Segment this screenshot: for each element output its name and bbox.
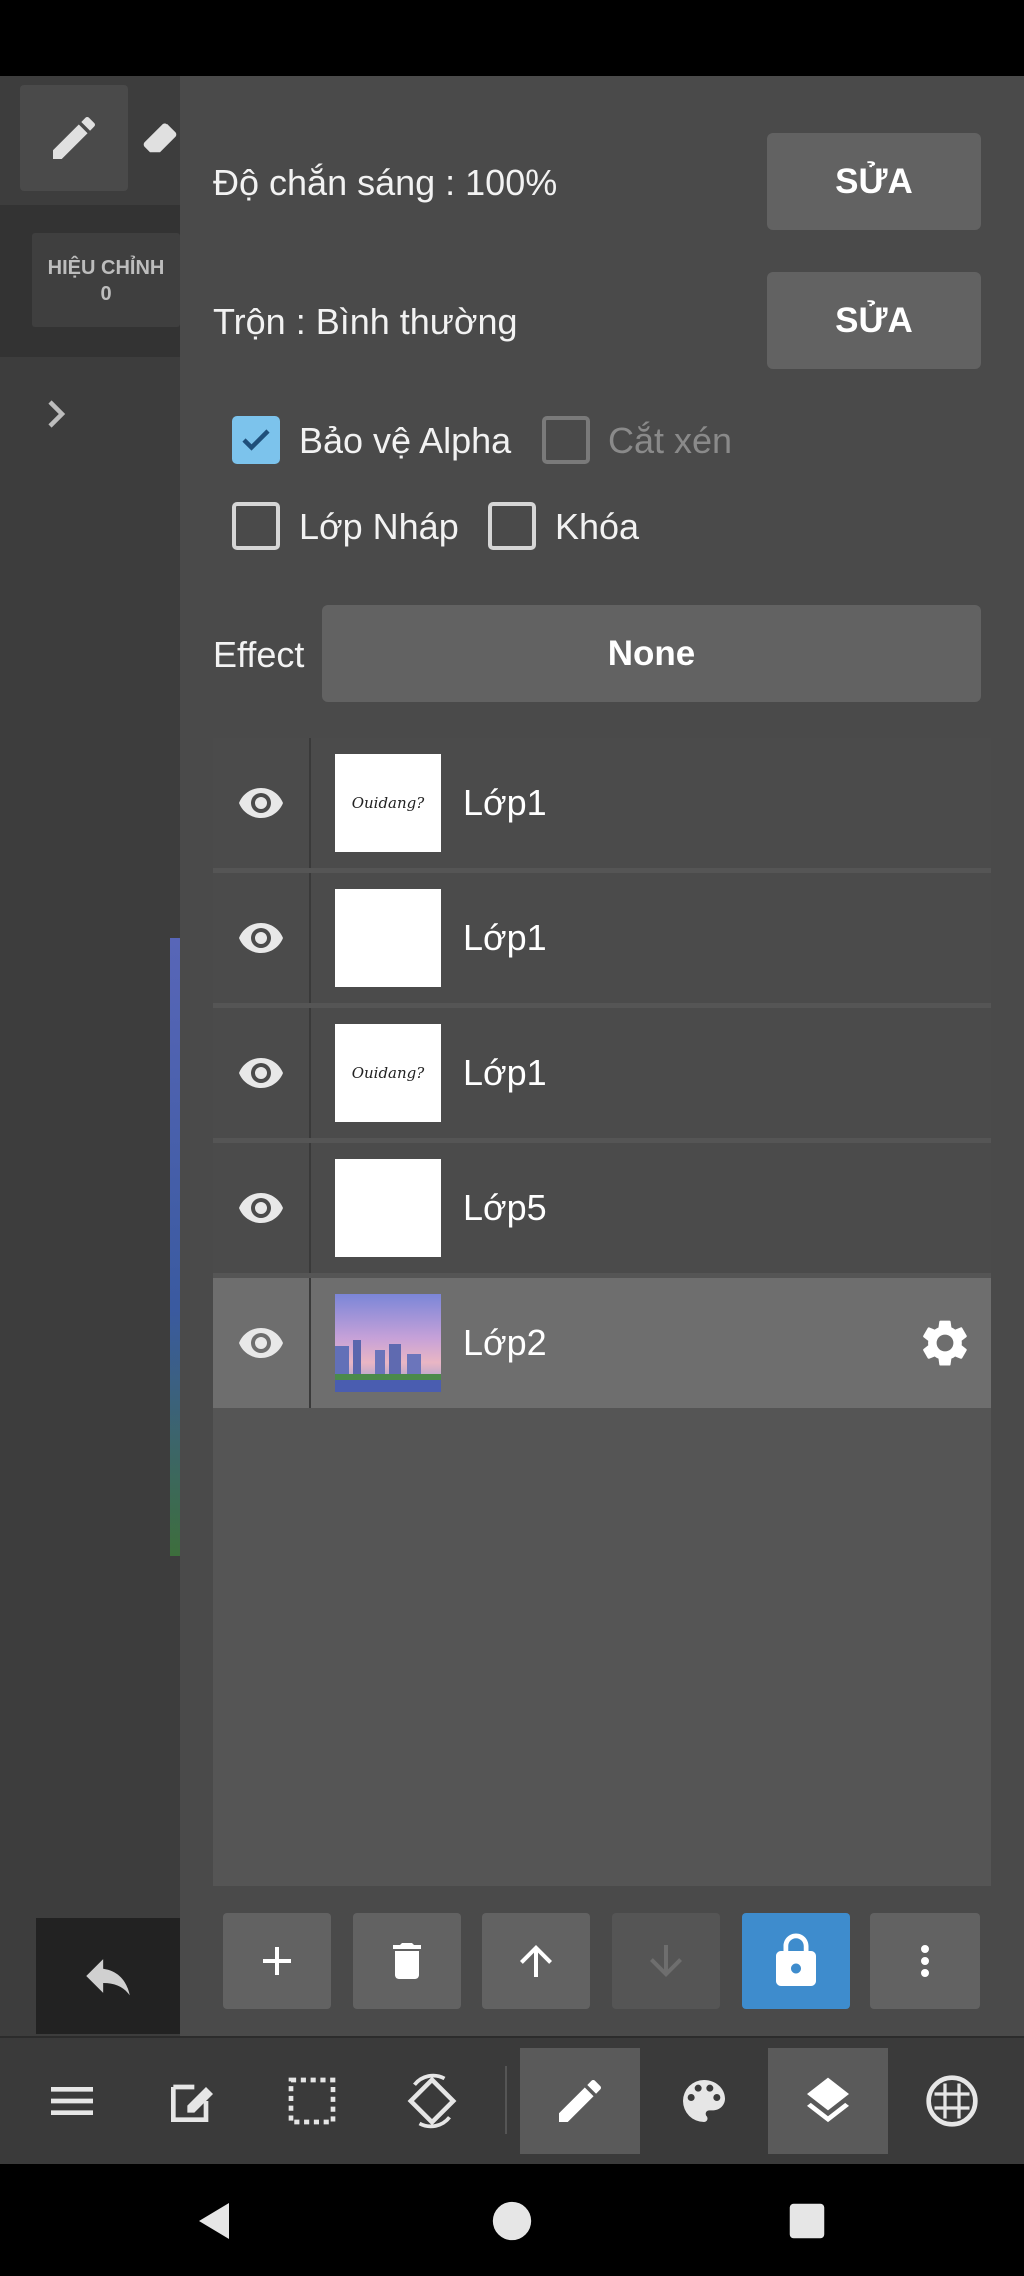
eye-icon [239,1058,283,1088]
nav-back-button[interactable] [180,2186,250,2256]
layer-thumbnail: Ouidang? [335,754,441,852]
recents-icon [789,2203,825,2239]
layer-thumbnail: Ouidang? [335,1024,441,1122]
layer-settings-button[interactable] [917,1315,973,1376]
materials-button[interactable] [892,2048,1012,2154]
layer-name: Lớp2 [463,1322,547,1363]
clipping-label[interactable]: Cắt xén [608,420,732,462]
alpha-protect-label[interactable]: Bảo vệ Alpha [299,420,511,462]
eye-icon [239,1193,283,1223]
chevron-right-icon[interactable] [38,392,74,441]
layer-thumbnail [335,1159,441,1257]
layers-button[interactable] [768,2048,888,2154]
undo-button[interactable] [36,1918,180,2034]
delete-icon [393,1943,421,1979]
blend-label: Trộn : Bình thường [213,301,518,342]
check-icon [242,429,270,451]
visibility-toggle[interactable] [213,1008,311,1138]
layer-thumbnail [335,889,441,987]
grid-icon [926,2075,978,2127]
opacity-label: Độ chắn sáng : 100% [213,162,558,203]
lock-layer-button[interactable] [742,1913,850,2009]
clipping-checkbox[interactable] [542,416,590,464]
move-layer-down-button[interactable] [612,1913,720,2009]
more-vert-icon [921,1945,929,1977]
layer-row[interactable]: Ouidang? Lớp1 [213,738,991,868]
layer-name: Lớp5 [463,1187,547,1228]
edit-canvas-button[interactable] [132,2048,252,2154]
lock-checkbox[interactable] [488,502,536,550]
layer-list[interactable]: Ouidang? Lớp1 Lớp1 Ouidang? Lớp1 Lớp5 Lớ… [213,738,991,1886]
thumbnail-text: Ouidang? [351,1064,425,1082]
effect-label: Effect [213,634,305,675]
gear-icon [923,1320,967,1366]
back-icon [199,2203,229,2239]
visibility-toggle[interactable] [213,1143,311,1273]
visibility-toggle[interactable] [213,738,311,868]
app-root: HIỆU CHỈNH 0 Độ chắn sáng : 100% SỬA Trộ… [0,0,1024,2276]
lock-icon [776,1933,816,1986]
pen-tool-button[interactable] [20,85,128,191]
eraser-icon [143,123,177,153]
layer-name: Lớp1 [463,782,547,823]
layer-thumbnail [335,1294,441,1392]
layer-row[interactable]: Ouidang? Lớp1 [213,1008,991,1138]
delete-layer-button[interactable] [353,1913,461,2009]
layer-row-selected[interactable]: Lớp2 [213,1278,991,1408]
add-layer-button[interactable] [223,1913,331,2009]
visibility-toggle[interactable] [213,1278,311,1408]
layers-icon [807,2077,849,2123]
eye-icon [239,923,283,953]
selection-button[interactable] [252,2048,372,2154]
eraser-tool-button[interactable] [140,85,180,191]
home-icon [492,2201,532,2241]
add-icon [263,1947,291,1975]
blend-edit-button[interactable]: SỬA [767,272,981,369]
canvas-area[interactable] [0,76,180,2036]
color-button[interactable] [644,2048,764,2154]
thumbnail-text: Ouidang? [351,794,425,812]
more-options-button[interactable] [870,1913,980,2009]
palette-icon [683,2080,725,2122]
menu-button[interactable] [12,2048,132,2154]
eye-icon [239,788,283,818]
nav-recents-button[interactable] [772,2186,842,2256]
opacity-edit-button[interactable]: SỬA [767,133,981,230]
effect-select-button[interactable]: None [322,605,981,702]
rotate-icon [407,2073,457,2129]
status-bar [0,0,1024,76]
draft-layer-label[interactable]: Lớp Nháp [299,506,459,548]
visibility-toggle[interactable] [213,873,311,1003]
brush-button[interactable] [520,2048,640,2154]
layer-row[interactable]: Lớp5 [213,1143,991,1273]
layer-name: Lớp1 [463,917,547,958]
move-layer-up-button[interactable] [482,1913,590,2009]
arrow-down-icon [650,1945,682,1977]
rotate-button[interactable] [372,2048,492,2154]
draft-layer-checkbox[interactable] [232,502,280,550]
cityscape-thumbnail [335,1294,441,1392]
layer-row[interactable]: Lớp1 [213,873,991,1003]
correction-box[interactable]: HIỆU CHỈNH 0 [32,233,180,327]
pen-icon [559,2079,602,2122]
menu-icon [51,2087,93,2115]
arrow-up-icon [520,1945,552,1977]
eye-icon [239,1328,283,1358]
layer-name: Lớp1 [463,1052,547,1093]
correction-value: 0 [100,283,112,305]
lock-label[interactable]: Khóa [555,506,639,548]
system-nav-bar [0,2164,1024,2276]
pen-icon [53,116,96,159]
selection-icon [288,2077,336,2125]
undo-icon [86,1959,130,1996]
nav-home-button[interactable] [477,2186,547,2256]
edit-canvas-icon [171,2084,213,2122]
bottom-toolbar [0,2036,1024,2164]
alpha-protect-checkbox[interactable] [232,416,280,464]
toolbar-divider [505,2066,507,2134]
correction-label: HIỆU CHỈNH [47,257,165,279]
canvas-preview [170,938,180,1556]
